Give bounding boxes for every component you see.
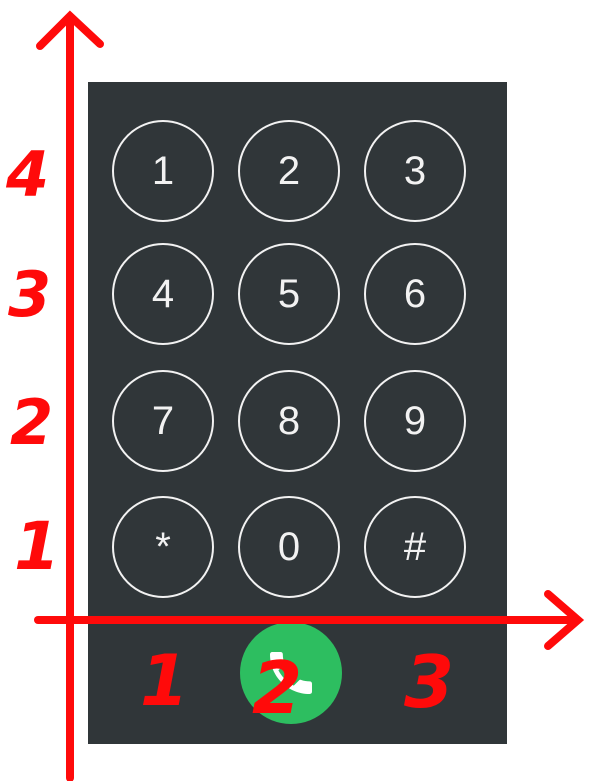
- x-axis-label-3: 3: [404, 640, 455, 724]
- y-axis-label-4: 4: [6, 138, 50, 211]
- x-axis-label-1: 1: [140, 640, 189, 722]
- y-axis-label-2: 2: [10, 386, 54, 459]
- x-axis-label-2: 2: [252, 646, 303, 730]
- y-axis-label-3: 3: [8, 258, 52, 331]
- y-axis-label-1: 1: [14, 508, 60, 585]
